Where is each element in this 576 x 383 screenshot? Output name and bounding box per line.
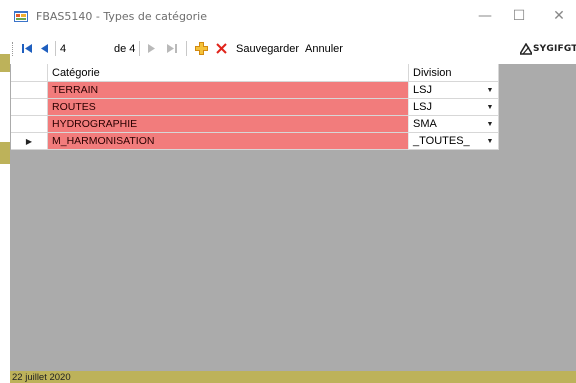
add-new-icon[interactable]	[195, 42, 208, 55]
position-input[interactable]: 4	[60, 41, 100, 57]
status-date: 22 juillet 2020	[12, 372, 71, 383]
toolbar-grip[interactable]	[12, 42, 15, 56]
move-first-icon[interactable]	[22, 43, 33, 54]
status-bar	[10, 371, 576, 383]
division-value: LSJ	[413, 84, 432, 96]
toolbar-separator	[55, 41, 56, 56]
dropdown-arrow-icon[interactable]: ▼	[484, 82, 496, 99]
row-header[interactable]	[11, 82, 48, 99]
minimize-button[interactable]: —	[474, 6, 496, 26]
row-header-current[interactable]: ▶	[11, 133, 48, 150]
logo-mark-icon	[520, 43, 532, 55]
row-header[interactable]	[11, 99, 48, 116]
category-cell[interactable]: ROUTES	[48, 99, 409, 116]
dropdown-arrow-icon[interactable]: ▼	[484, 133, 496, 150]
division-combo-cell[interactable]: _TOUTES_ ▼	[409, 133, 499, 150]
maximize-button[interactable]: ☐	[508, 6, 530, 26]
company-logo: SYGIFGT	[533, 44, 576, 54]
division-value: SMA	[413, 118, 437, 130]
left-edge-marker	[0, 142, 10, 164]
grid-corner-header[interactable]	[11, 64, 48, 82]
division-combo-cell[interactable]: LSJ ▼	[409, 82, 499, 99]
column-header-division[interactable]: Division	[409, 64, 499, 82]
toolbar-separator	[139, 41, 140, 56]
division-value: LSJ	[413, 101, 432, 113]
column-header-category[interactable]: Catégorie	[48, 64, 409, 82]
current-row-arrow-icon: ▶	[25, 137, 33, 146]
cancel-button[interactable]: Annuler	[305, 41, 343, 57]
move-last-icon[interactable]	[167, 43, 178, 54]
move-previous-icon[interactable]	[40, 43, 49, 54]
category-cell[interactable]: HYDROGRAPHIE	[48, 116, 409, 133]
window-title: FBAS5140 - Types de catégorie	[36, 10, 208, 23]
left-edge-strip	[0, 0, 10, 383]
delete-icon[interactable]	[216, 43, 227, 54]
save-button[interactable]: Sauvegarder	[236, 41, 299, 57]
dropdown-arrow-icon[interactable]: ▼	[484, 116, 496, 133]
category-cell[interactable]: M_HARMONISATION	[48, 133, 409, 150]
close-button[interactable]: ✕	[548, 6, 570, 26]
app-icon	[14, 11, 28, 22]
division-combo-cell[interactable]: LSJ ▼	[409, 99, 499, 116]
left-edge-marker	[0, 54, 10, 72]
division-combo-cell[interactable]: SMA ▼	[409, 116, 499, 133]
category-cell[interactable]: TERRAIN	[48, 82, 409, 99]
record-count-label: de 4	[114, 43, 136, 55]
toolbar-separator	[186, 41, 187, 56]
division-value: _TOUTES_	[413, 135, 470, 147]
dropdown-arrow-icon[interactable]: ▼	[484, 99, 496, 116]
row-header[interactable]	[11, 116, 48, 133]
move-next-icon[interactable]	[147, 43, 156, 54]
